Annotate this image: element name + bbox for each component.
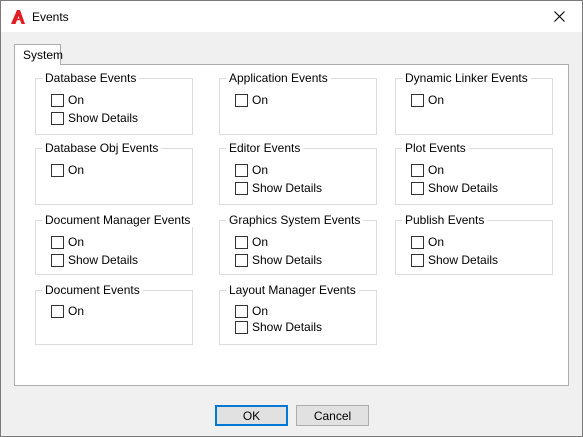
layout-manager-events-group: Layout Manager Events On Show Details (219, 283, 377, 345)
checkbox-label: On (68, 304, 85, 318)
close-icon (553, 11, 565, 22)
tab-system[interactable]: System (14, 44, 64, 65)
checkbox-label: On (68, 93, 85, 107)
system-tab-panel: Database Events On Show Details Applicat… (14, 64, 569, 386)
checkbox-label: Show Details (252, 320, 323, 334)
checkbox-box[interactable] (51, 164, 64, 177)
checkbox-label: On (252, 163, 269, 177)
checkbox-box[interactable] (235, 236, 248, 249)
document-events-title: Document Events (42, 283, 143, 297)
publish-events-title: Publish Events (402, 213, 488, 227)
checkbox-box[interactable] (51, 236, 64, 249)
document-events-group: Document Events On (35, 283, 193, 345)
publish-events-group: Publish Events On Show Details (395, 213, 553, 275)
close-button[interactable] (536, 1, 582, 32)
checkbox-label: On (252, 93, 269, 107)
application-events-title: Application Events (226, 71, 331, 85)
cancel-button[interactable]: Cancel (296, 405, 369, 426)
checkbox-box[interactable] (235, 94, 248, 107)
checkbox-box[interactable] (51, 305, 64, 318)
tab-system-label: System (23, 48, 64, 62)
editor-events-group: Editor Events On Show Details (219, 141, 377, 205)
checkbox-box[interactable] (411, 182, 424, 195)
plot-events-group: Plot Events On Show Details (395, 141, 553, 205)
checkbox-box[interactable] (235, 254, 248, 267)
checkbox-box[interactable] (411, 236, 424, 249)
database-events-group: Database Events On Show Details (35, 71, 193, 135)
events-dialog: Events System Database Events On Show De… (0, 0, 583, 437)
checkbox-label: Show Details (68, 253, 139, 267)
checkbox-label: On (428, 93, 445, 107)
checkbox-box[interactable] (235, 321, 248, 334)
checkbox-box[interactable] (235, 305, 248, 318)
plot-events-title: Plot Events (402, 141, 469, 155)
checkbox-label: Show Details (252, 181, 323, 195)
graphics-system-events-group: Graphics System Events On Show Details (219, 213, 377, 275)
document-manager-events-group: Document Manager Events On Show Details (35, 213, 194, 275)
checkbox-label: On (428, 235, 445, 249)
dynamic-linker-events-title: Dynamic Linker Events (402, 71, 531, 85)
title-bar[interactable]: Events (1, 1, 582, 32)
ok-button[interactable]: OK (215, 405, 288, 426)
checkbox-label: On (252, 235, 269, 249)
checkbox-box[interactable] (235, 164, 248, 177)
checkbox-label: On (252, 304, 269, 318)
checkbox-box[interactable] (411, 254, 424, 267)
checkbox-box[interactable] (51, 94, 64, 107)
database-obj-events-title: Database Obj Events (42, 141, 162, 155)
autocad-logo-icon (10, 9, 26, 25)
window-title: Events (32, 10, 69, 24)
checkbox-box[interactable] (235, 182, 248, 195)
checkbox-box[interactable] (411, 94, 424, 107)
checkbox-box[interactable] (51, 254, 64, 267)
checkbox-label: On (68, 163, 85, 177)
checkbox-label: On (68, 235, 85, 249)
layout-manager-events-title: Layout Manager Events (226, 283, 359, 297)
database-events-title: Database Events (42, 71, 140, 85)
checkbox-label: Show Details (252, 253, 323, 267)
checkbox-box[interactable] (51, 112, 64, 125)
graphics-system-events-title: Graphics System Events (226, 213, 364, 227)
checkbox-label: Show Details (428, 181, 499, 195)
dynamic-linker-events-group: Dynamic Linker Events On (395, 71, 553, 135)
checkbox-box[interactable] (411, 164, 424, 177)
checkbox-label: Show Details (68, 111, 139, 125)
document-manager-events-title: Document Manager Events (42, 213, 194, 227)
checkbox-label: On (428, 163, 445, 177)
application-events-group: Application Events On (219, 71, 377, 135)
editor-events-title: Editor Events (226, 141, 304, 155)
database-obj-events-group: Database Obj Events On (35, 141, 193, 205)
checkbox-label: Show Details (428, 253, 499, 267)
